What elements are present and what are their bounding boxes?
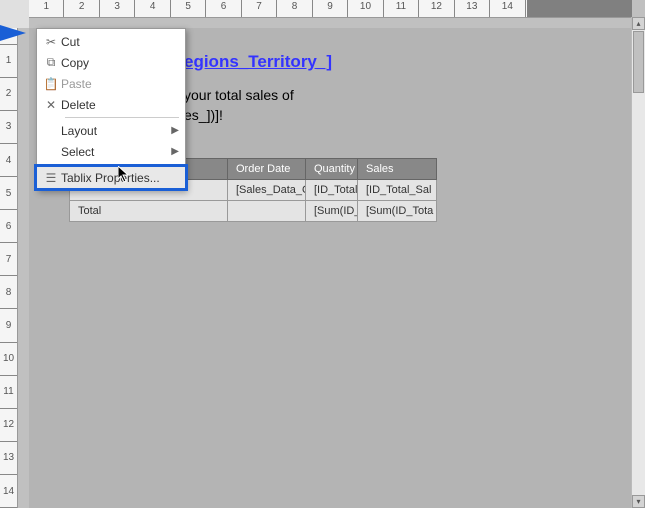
menu-label: Delete [61, 98, 179, 112]
menu-tablix-properties[interactable]: ☰ Tablix Properties... [37, 167, 185, 188]
report-designer-frame: 1 2 3 4 5 6 7 8 9 10 11 12 13 14 15 16 1… [0, 0, 645, 508]
th-order-date[interactable]: Order Date [228, 159, 306, 180]
ruler-horizontal: 1 2 3 4 5 6 7 8 9 10 11 12 13 14 15 16 1… [29, 0, 632, 18]
delete-icon: ✕ [41, 98, 61, 112]
ruler-v-tick: 12 [0, 409, 17, 442]
ruler-h-tick: 8 [277, 0, 312, 17]
ruler-v-tick: 5 [0, 177, 17, 210]
cell-total-quantity[interactable]: [Sum(ID_T [306, 201, 358, 222]
ruler-h-tick: 7 [242, 0, 277, 17]
submenu-arrow-icon: ▶ [171, 125, 179, 136]
cell-total-label[interactable]: Total [70, 201, 228, 222]
menu-separator [65, 117, 179, 118]
ruler-v-tick: 1 [0, 45, 17, 78]
cell-total-sales[interactable]: [Sum(ID_Tota [358, 201, 437, 222]
menu-label: Tablix Properties... [61, 171, 179, 185]
properties-icon: ☰ [41, 171, 61, 185]
scroll-down-button[interactable]: ▾ [632, 495, 645, 508]
table-row-total[interactable]: Total [Sum(ID_T [Sum(ID_Tota [70, 201, 437, 222]
submenu-arrow-icon: ▶ [171, 146, 179, 157]
menu-label: Paste [61, 77, 179, 91]
menu-copy[interactable]: ⧉ Copy [37, 52, 185, 73]
paste-icon: 📋 [41, 77, 61, 91]
menu-label: Select [61, 145, 171, 159]
ruler-corner [0, 0, 29, 28]
ruler-h-tick: 3 [100, 0, 135, 17]
body-text-line2[interactable]: es_])]! [184, 106, 223, 124]
ruler-h-tick: 12 [419, 0, 454, 17]
ruler-h-tick: 4 [135, 0, 170, 17]
ruler-margin-indicator [527, 0, 632, 17]
cell-total-order-date[interactable] [228, 201, 306, 222]
ruler-v-tick: 9 [0, 309, 17, 342]
cell-sales[interactable]: [ID_Total_Sal [358, 180, 437, 201]
cut-icon: ✂ [41, 35, 61, 49]
scroll-up-button[interactable]: ▴ [632, 17, 645, 30]
ruler-v-tick: 4 [0, 144, 17, 177]
menu-separator [65, 164, 179, 165]
ruler-v-tick: 10 [0, 343, 17, 376]
scrollbar-thumb[interactable] [633, 31, 644, 93]
menu-label: Cut [61, 35, 179, 49]
annotation-arrow [0, 25, 26, 41]
ruler-h-tick: 5 [171, 0, 206, 17]
context-menu: ✂ Cut ⧉ Copy 📋 Paste ✕ Delete Layout ▶ S… [36, 28, 186, 191]
th-quantity[interactable]: Quantity [306, 159, 358, 180]
body-text-line1[interactable]: your total sales of [184, 86, 294, 104]
ruler-h-tick: 2 [64, 0, 99, 17]
menu-label: Layout [61, 124, 171, 138]
ruler-v-tick: 13 [0, 442, 17, 475]
cell-order-date[interactable]: [Sales_Data_Or [228, 180, 306, 201]
ruler-h-tick: 10 [348, 0, 383, 17]
ruler-h-tick: 11 [384, 0, 419, 17]
ruler-v-tick: 14 [0, 475, 17, 508]
menu-delete[interactable]: ✕ Delete [37, 94, 185, 115]
menu-label: Copy [61, 56, 179, 70]
ruler-vertical: 1 2 3 4 5 6 7 8 9 10 11 12 13 14 [0, 28, 18, 508]
region-heading[interactable]: egions_Territory_] [184, 52, 332, 72]
cell-quantity[interactable]: [ID_Total_ [306, 180, 358, 201]
menu-paste: 📋 Paste [37, 73, 185, 94]
menu-select[interactable]: Select ▶ [37, 141, 185, 162]
th-sales[interactable]: Sales [358, 159, 437, 180]
ruler-v-tick: 11 [0, 376, 17, 409]
menu-layout[interactable]: Layout ▶ [37, 120, 185, 141]
ruler-h-tick: 1 [29, 0, 64, 17]
ruler-v-tick: 6 [0, 210, 17, 243]
ruler-v-tick: 3 [0, 111, 17, 144]
ruler-h-tick: 6 [206, 0, 241, 17]
ruler-h-tick: 14 [490, 0, 525, 17]
ruler-h-tick: 13 [455, 0, 490, 17]
menu-cut[interactable]: ✂ Cut [37, 31, 185, 52]
ruler-v-tick: 2 [0, 78, 17, 111]
ruler-v-tick: 8 [0, 276, 17, 309]
ruler-h-tick: 9 [313, 0, 348, 17]
scrollbar-vertical[interactable]: ▴ ▾ [631, 17, 645, 508]
copy-icon: ⧉ [41, 55, 61, 70]
ruler-v-tick: 7 [0, 243, 17, 276]
